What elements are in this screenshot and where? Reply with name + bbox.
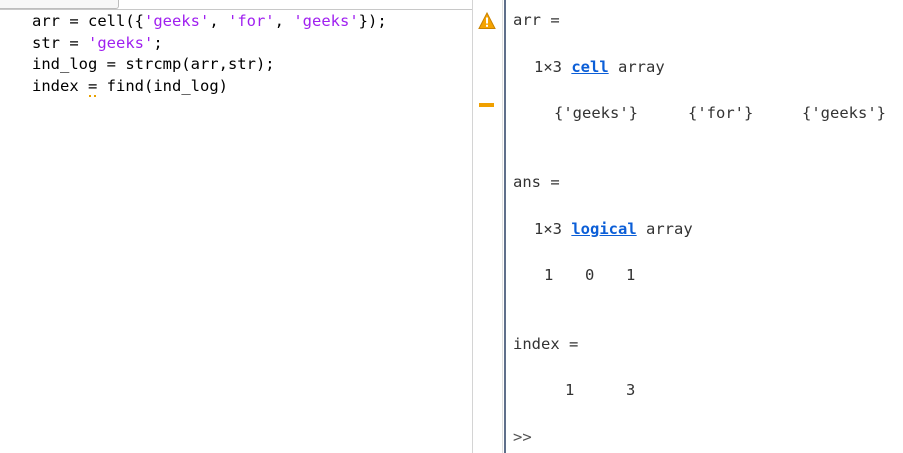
ans-size: 1×3 [534, 220, 562, 238]
pane-divider [502, 0, 503, 453]
code-token: str = [32, 33, 88, 52]
warning-marker-bar[interactable] [479, 103, 494, 107]
ans-size-line: 1×3 logical array [534, 220, 693, 238]
index-value-2: 3 [626, 381, 636, 399]
command-prompt[interactable]: >> [513, 428, 532, 446]
editor-tab-strip: idea ✕ [0, 0, 472, 10]
code-token: ind_log = strcmp(arr,str); [32, 55, 275, 73]
code-text[interactable]: arr = cell({'geeks', 'for', 'geeks'}); st… [32, 11, 387, 97]
code-token: , [274, 12, 294, 30]
code-analyzer-gutter [472, 0, 503, 453]
warning-triangle-icon[interactable] [478, 12, 496, 30]
code-token: index [32, 76, 88, 95]
logical-doc-link[interactable]: logical [571, 220, 636, 238]
code-line[interactable]: ind_log = strcmp(arr,str); [32, 54, 387, 76]
string-literal: 'geeks' [293, 12, 359, 30]
index-output-header: index = [513, 335, 579, 353]
arr-value-3: {'geeks'} [802, 104, 886, 122]
ans-value-3: 1 [626, 266, 636, 284]
warning-underline: = [88, 76, 98, 95]
code-token: , [209, 12, 228, 30]
ans-type-suffix: array [646, 220, 693, 238]
code-token: }); [358, 12, 387, 30]
arr-value-2: {'for'} [688, 104, 754, 122]
ans-value-2: 0 [585, 266, 595, 284]
cell-doc-link[interactable]: cell [571, 58, 608, 76]
command-window[interactable]: arr = 1×3 cell array {'geeks'} {'for'} {… [506, 0, 903, 453]
arr-value-1: {'geeks'} [554, 104, 638, 122]
code-token: arr = cell({ [32, 12, 144, 30]
ans-output-header: ans = [513, 173, 560, 191]
string-literal: 'geeks' [143, 12, 210, 30]
index-value-1: 1 [565, 381, 575, 399]
code-editor[interactable]: idea ✕ arr = cell({'geeks', 'for', 'geek… [0, 0, 472, 453]
arr-output-header: arr = [513, 11, 560, 29]
code-line[interactable]: index = find(ind_log) [32, 76, 387, 98]
tab-close-icon[interactable]: ✕ [88, 0, 96, 3]
string-literal: 'for' [227, 12, 275, 30]
code-token: find(ind_log) [97, 76, 228, 95]
arr-size: 1×3 [534, 58, 562, 76]
ans-value-1: 1 [544, 266, 554, 284]
code-line[interactable]: arr = cell({'geeks', 'for', 'geeks'}); [32, 11, 387, 33]
arr-type-suffix: array [618, 58, 665, 76]
editor-tab-label: idea [0, 0, 25, 3]
code-line[interactable]: str = 'geeks'; [32, 33, 387, 55]
code-token: ; [153, 33, 163, 52]
string-literal: 'geeks' [88, 33, 154, 52]
arr-size-line: 1×3 cell array [534, 58, 665, 76]
editor-tab[interactable]: idea ✕ [0, 0, 119, 9]
